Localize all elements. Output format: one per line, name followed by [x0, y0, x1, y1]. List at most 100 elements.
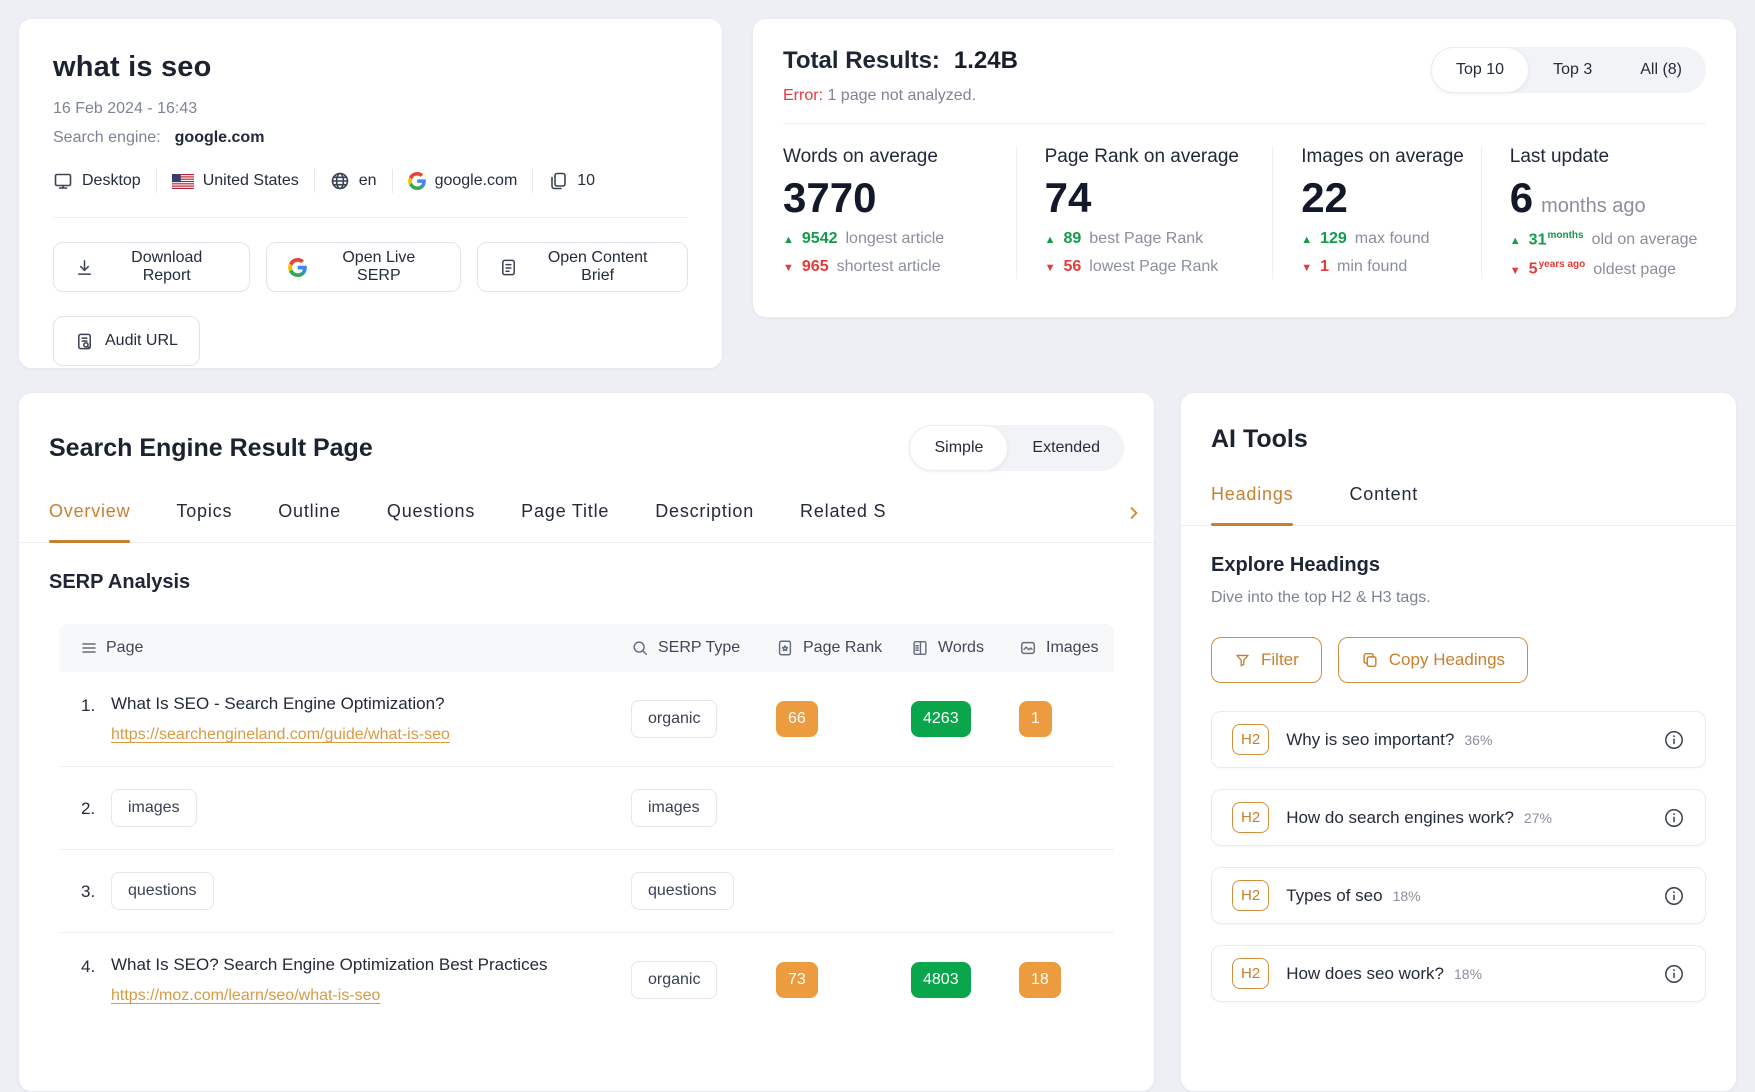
tab-page-title[interactable]: Page Title [521, 501, 609, 542]
info-icon[interactable] [1663, 963, 1685, 985]
divider [314, 169, 315, 193]
query-title: what is seo [53, 51, 688, 84]
ai-tools-title: AI Tools [1211, 425, 1706, 454]
h2-tag-badge: H2 [1232, 802, 1269, 833]
us-flag-icon [172, 174, 194, 189]
ai-tools-card: AI Tools Headings Content Explore Headin… [1180, 392, 1737, 1092]
serp-analysis-title: SERP Analysis [49, 571, 1124, 594]
open-content-brief-button[interactable]: Open Content Brief [477, 242, 688, 292]
filter-all[interactable]: All (8) [1616, 47, 1706, 93]
meta-language: en [330, 171, 377, 191]
explore-headings-title: Explore Headings [1211, 554, 1706, 577]
divider [532, 169, 533, 193]
serp-card-title: Search Engine Result Page [49, 434, 373, 463]
filter-button[interactable]: Filter [1211, 637, 1322, 683]
serp-type-chip: questions [631, 872, 734, 910]
funnel-icon [1234, 652, 1251, 669]
error-label: Error: [783, 87, 823, 104]
divider [156, 169, 157, 193]
result-url-link[interactable]: https://moz.com/learn/seo/what-is-seo [111, 987, 380, 1005]
info-icon[interactable] [1663, 729, 1685, 751]
total-results-label: Total Results: [783, 47, 940, 75]
chevron-right-icon [1126, 505, 1142, 521]
serp-type-chip: images [631, 789, 717, 827]
result-title[interactable]: What Is SEO - Search Engine Optimization… [111, 694, 445, 713]
page-type-chip[interactable]: images [111, 789, 197, 827]
google-g-icon [408, 172, 426, 190]
heading-item-4: H2 How does seo work? 18% [1211, 945, 1706, 1002]
down-triangle-icon: ▼ [1510, 265, 1521, 277]
search-icon [631, 639, 649, 657]
images-badge: 1 [1019, 701, 1052, 737]
h2-tag-badge: H2 [1232, 724, 1269, 755]
tab-questions[interactable]: Questions [387, 501, 475, 542]
stat-last-update: Last update 6months ago ▲31monthsold on … [1481, 146, 1706, 279]
search-engine-label: Search engine: [53, 129, 161, 147]
result-url-link[interactable]: https://searchengineland.com/guide/what-… [111, 726, 450, 744]
open-live-serp-button[interactable]: Open Live SERP [266, 242, 461, 292]
document-icon [499, 258, 518, 277]
download-report-button[interactable]: Download Report [53, 242, 250, 292]
result-title[interactable]: What Is SEO? Search Engine Optimization … [111, 955, 548, 974]
meta-results-count: 10 [548, 171, 595, 191]
tab-topics[interactable]: Topics [176, 501, 232, 542]
explore-headings-description: Dive into the top H2 & H3 tags. [1211, 589, 1706, 607]
divider [392, 169, 393, 193]
tab-outline[interactable]: Outline [278, 501, 341, 542]
heading-item-2: H2 How do search engines work? 27% [1211, 789, 1706, 846]
serp-row-3: 3. questions questions [59, 850, 1114, 933]
serp-type-chip: organic [631, 961, 717, 999]
tabs-overflow-chevron[interactable] [1126, 505, 1142, 526]
page-rank-icon [776, 639, 794, 657]
query-meta-row: Desktop United States en google.com 10 [53, 169, 688, 193]
copy-icon [1361, 651, 1379, 669]
rows-icon [81, 640, 97, 656]
heading-item-3: H2 Types of seo 18% [1211, 867, 1706, 924]
info-icon[interactable] [1663, 807, 1685, 829]
serp-type-chip: organic [631, 700, 717, 738]
google-g-icon [288, 258, 307, 277]
error-message: Error: 1 page not analyzed. [783, 87, 1018, 105]
page-type-chip[interactable]: questions [111, 872, 214, 910]
view-toggle: Simple Extended [909, 425, 1124, 471]
meta-device: Desktop [53, 171, 141, 191]
tab-headings[interactable]: Headings [1211, 484, 1293, 525]
serp-table: Page SERP Type Page Rank Words Images [59, 624, 1114, 1027]
serp-table-header: Page SERP Type Page Rank Words Images [59, 624, 1114, 672]
h2-tag-badge: H2 [1232, 880, 1269, 911]
filter-top3[interactable]: Top 3 [1529, 47, 1616, 93]
stat-images-on-average: Images on average 22 ▲129max found ▼1min… [1272, 146, 1481, 279]
serp-row-2: 2. images images [59, 767, 1114, 850]
stat-words-on-average: Words on average 3770 ▲9542longest artic… [783, 146, 1016, 279]
serp-card: Search Engine Result Page Simple Extende… [18, 392, 1155, 1092]
h2-tag-badge: H2 [1232, 958, 1269, 989]
download-icon [75, 258, 94, 277]
pages-icon [548, 171, 568, 191]
divider [53, 217, 688, 218]
filter-top10[interactable]: Top 10 [1431, 47, 1529, 93]
serp-tabs: Overview Topics Outline Questions Page T… [19, 501, 1154, 543]
divider [783, 123, 1706, 124]
up-triangle-icon: ▲ [1045, 234, 1056, 246]
words-icon [911, 639, 929, 657]
info-icon[interactable] [1663, 885, 1685, 907]
meta-search-engine: google.com [408, 172, 518, 190]
total-results-value: 1.24B [954, 47, 1018, 75]
serp-row-4: 4. What Is SEO? Search Engine Optimizati… [59, 933, 1114, 1027]
copy-headings-button[interactable]: Copy Headings [1338, 637, 1528, 683]
stat-page-rank-on-average: Page Rank on average 74 ▲89best Page Ran… [1016, 146, 1273, 279]
toggle-extended[interactable]: Extended [1008, 425, 1124, 471]
toggle-simple[interactable]: Simple [909, 425, 1008, 471]
audit-url-button[interactable]: Audit URL [53, 316, 200, 366]
meta-country: United States [172, 172, 299, 190]
query-card: what is seo 16 Feb 2024 - 16:43 Search e… [18, 18, 723, 369]
serp-row-1: 1. What Is SEO - Search Engine Optimizat… [59, 672, 1114, 767]
headings-list: H2 Why is seo important? 36% H2 How do s… [1211, 711, 1706, 1002]
down-triangle-icon: ▼ [1045, 262, 1056, 274]
words-badge: 4263 [911, 701, 971, 737]
tab-overview[interactable]: Overview [49, 501, 130, 542]
tab-related-searches[interactable]: Related S [800, 501, 886, 542]
ai-tools-tabs: Headings Content [1181, 484, 1736, 526]
tab-content[interactable]: Content [1349, 484, 1418, 525]
tab-description[interactable]: Description [655, 501, 754, 542]
